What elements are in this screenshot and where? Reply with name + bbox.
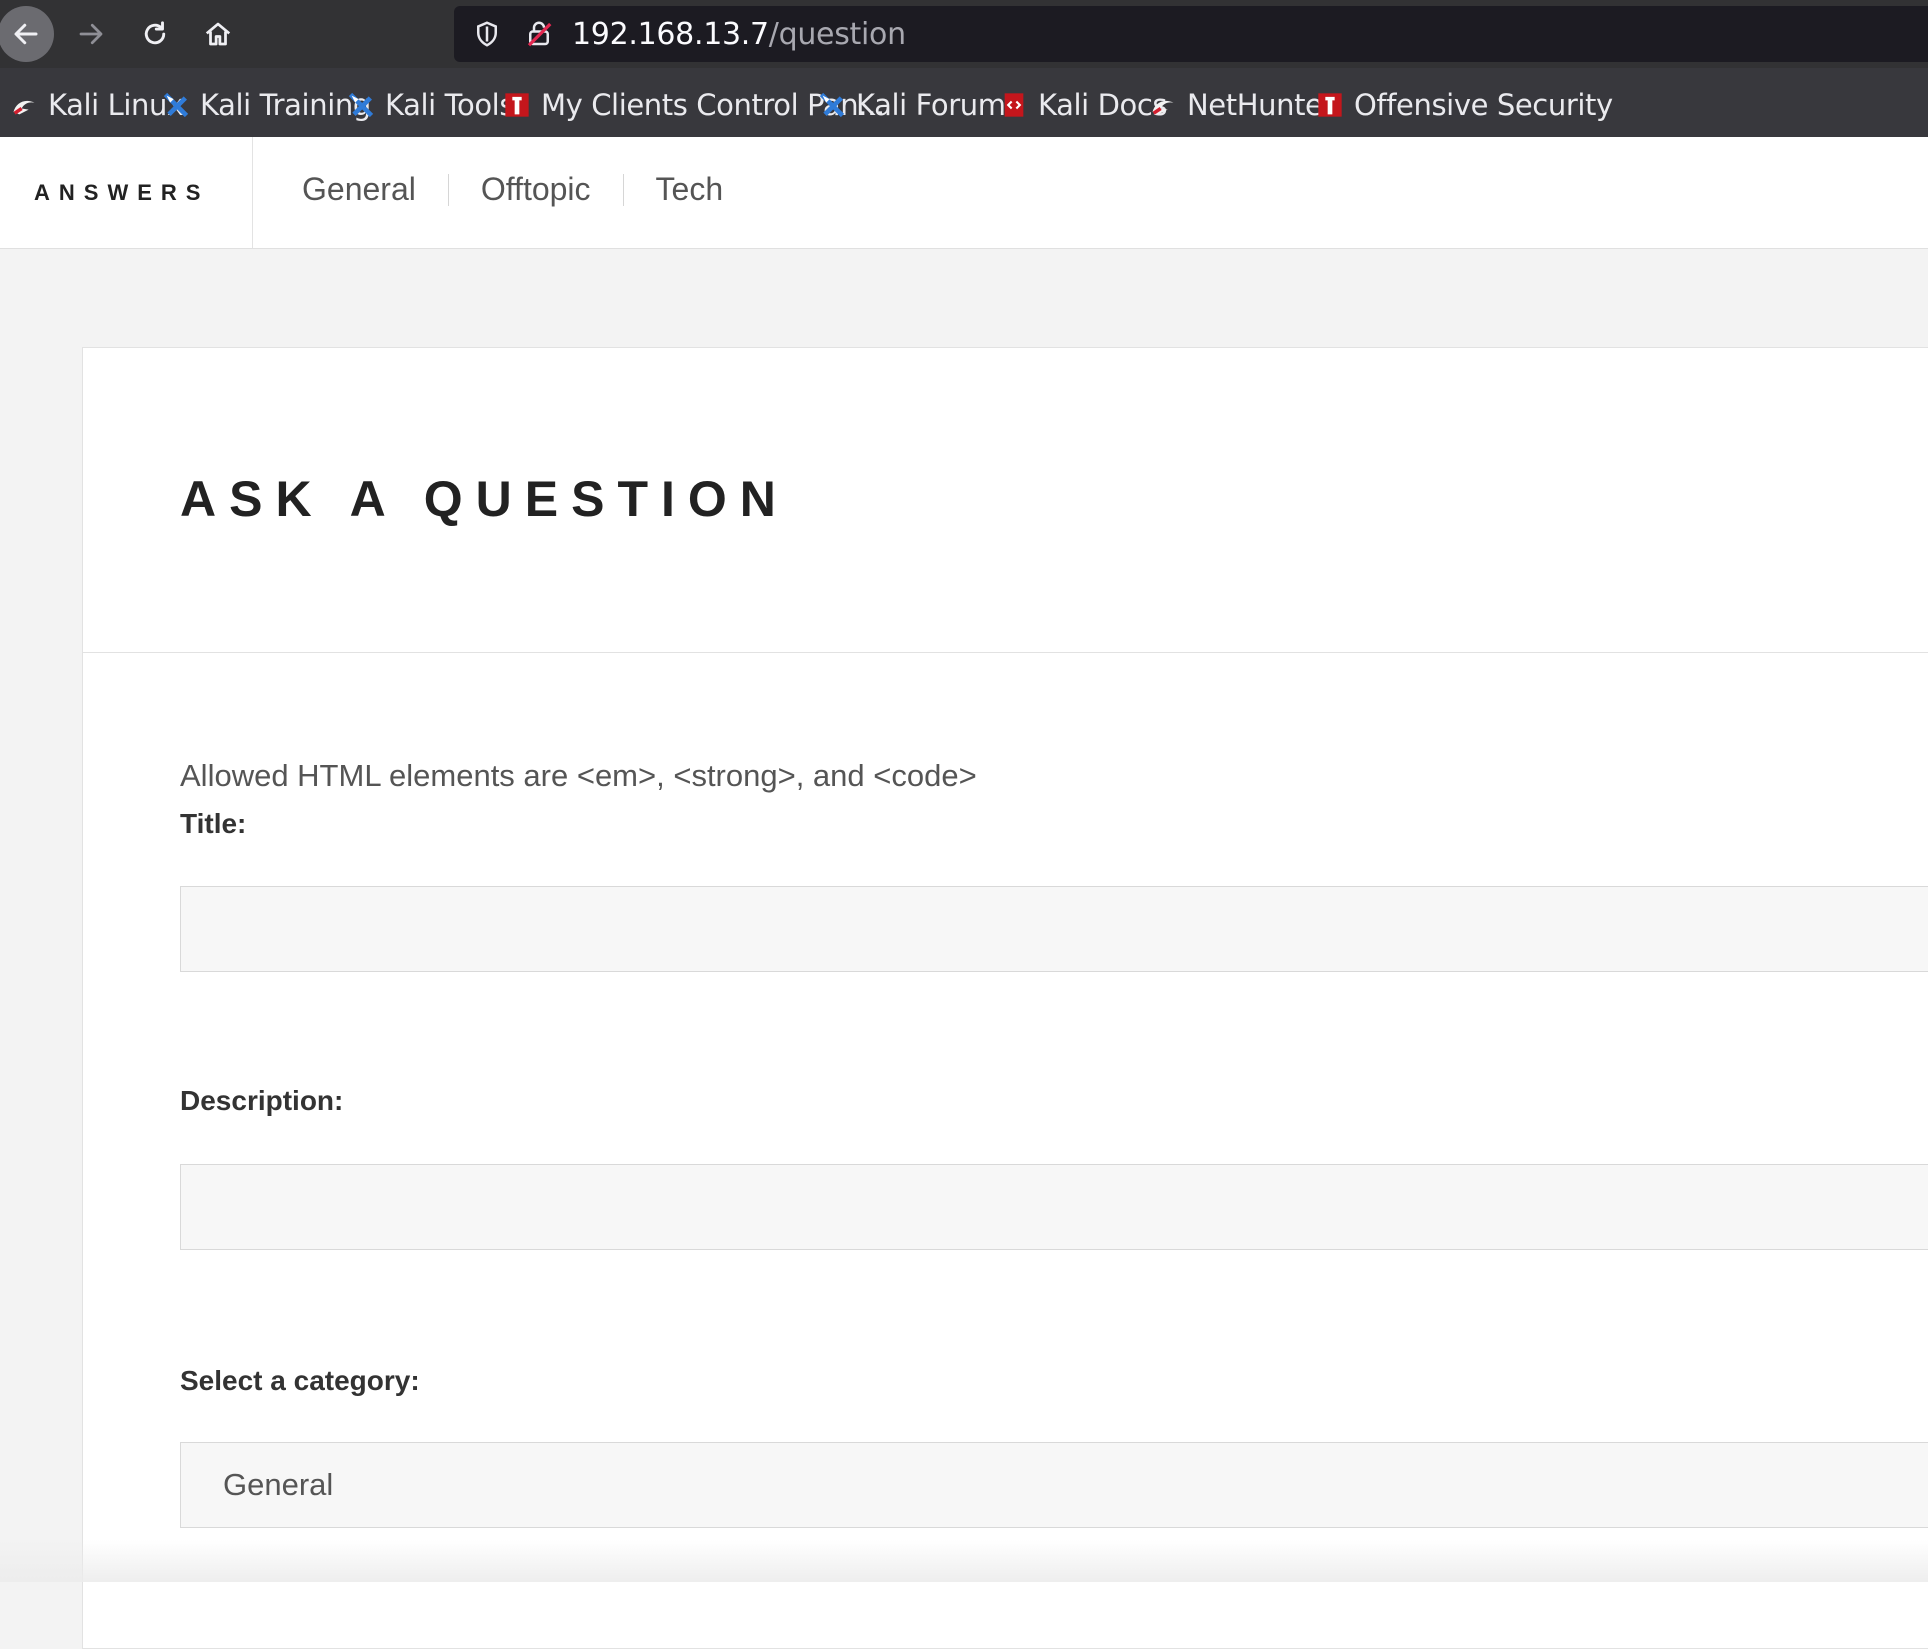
- url-host: 192.168.13.7: [572, 17, 769, 52]
- bookmark-label: Kali Forums: [856, 88, 1021, 122]
- bookmark-label: NetHunter: [1187, 88, 1335, 122]
- kali-dragon-icon: [13, 100, 35, 115]
- question-form-card: ASK A QUESTION Allowed HTML elements are…: [82, 347, 1928, 1649]
- reload-icon: [144, 21, 166, 45]
- nav-divider: [622, 173, 624, 206]
- offsec-icon: [505, 93, 529, 117]
- nav-link-tech[interactable]: Tech: [656, 171, 724, 208]
- kali-forums-icon: [819, 92, 845, 118]
- arrow-left-icon: [14, 23, 38, 45]
- bookmark-label: Offensive Security: [1354, 88, 1613, 122]
- title-input[interactable]: [180, 886, 1928, 972]
- home-button[interactable]: [190, 6, 246, 62]
- bookmark-label: Kali Tools: [385, 88, 515, 122]
- nav-link-offtopic[interactable]: Offtopic: [481, 171, 591, 208]
- bookmark-label: Kali Training: [200, 88, 371, 122]
- card-header: ASK A QUESTION: [83, 348, 1928, 653]
- bookmark-offensive-security[interactable]: Offensive Security: [1316, 80, 1613, 130]
- kali-training-icon: [163, 92, 189, 118]
- forward-button[interactable]: [63, 6, 119, 62]
- brand-text: ANSWERS: [34, 179, 210, 205]
- bookmark-kali-training[interactable]: Kali Training: [162, 80, 371, 130]
- bottom-fade: [0, 1540, 1928, 1582]
- description-label: Description:: [180, 1085, 344, 1116]
- browser-chrome: 192.168.13.7/question Kali Linux Kali Tr…: [0, 0, 1928, 137]
- back-button[interactable]: [0, 6, 54, 62]
- url-path: /question: [768, 17, 906, 52]
- description-input[interactable]: [180, 1164, 1928, 1250]
- site-logo[interactable]: ANSWERS: [0, 137, 253, 248]
- shield-icon[interactable]: [472, 19, 502, 49]
- bookmark-label: Kali Docs: [1038, 88, 1168, 122]
- url-text[interactable]: 192.168.13.7/question: [572, 17, 906, 52]
- nethunter-icon: [1152, 100, 1174, 115]
- bookmark-kali-forums[interactable]: Kali Forums: [818, 80, 1021, 130]
- bookmark-kali-docs[interactable]: Kali Docs: [1000, 80, 1168, 130]
- reload-button[interactable]: [127, 6, 183, 62]
- bookmark-kali-linux[interactable]: Kali Linux: [10, 80, 184, 130]
- nav-divider: [447, 173, 449, 206]
- kali-tools-icon: [348, 92, 374, 118]
- category-label: Select a category:: [180, 1365, 420, 1396]
- arrow-right-icon: [79, 23, 103, 45]
- site-header: ANSWERS General Offtopic Tech: [0, 137, 1928, 249]
- insecure-lock-icon[interactable]: [524, 19, 554, 49]
- offsec-icon: [1318, 93, 1342, 117]
- page-title: ASK A QUESTION: [180, 471, 789, 527]
- bookmark-kali-tools[interactable]: Kali Tools: [347, 80, 514, 130]
- nav-link-general[interactable]: General: [302, 171, 416, 208]
- home-icon: [205, 22, 231, 46]
- address-bar[interactable]: 192.168.13.7/question: [454, 6, 1928, 62]
- category-nav: General Offtopic Tech: [302, 171, 723, 208]
- allowed-html-hint: Allowed HTML elements are <em>, <strong>…: [180, 758, 977, 793]
- browser-toolbar: 192.168.13.7/question: [0, 0, 1928, 68]
- kali-docs-icon: [1004, 93, 1024, 117]
- title-label: Title:: [180, 808, 247, 839]
- category-select[interactable]: General: [180, 1442, 1928, 1528]
- bookmark-nethunter[interactable]: NetHunter: [1149, 80, 1334, 130]
